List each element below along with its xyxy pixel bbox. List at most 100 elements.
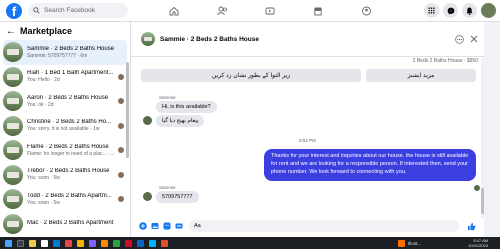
chat-panel: Sammie · 2 Beds 2 Baths House 2 Beds 2 B… (131, 22, 484, 237)
conversation-title: Sammie · 2 Beds 2 Baths House (27, 45, 115, 52)
image-icon[interactable] (151, 222, 159, 230)
app-icon[interactable] (77, 239, 84, 247)
listing-actions: زیر التوا کے بطور نشان زد کریں مزید ایشن… (141, 69, 484, 82)
search-placeholder: Search Facebook (44, 7, 95, 14)
conversation-item[interactable]: Riah · 1 Bed 1 Bath Apartment... You: He… (0, 65, 130, 90)
outgoing-message[interactable]: Thanks for your interest and inquiries a… (264, 149, 476, 181)
conversation-title: Trebor · 2 Beds 2 Baths House (27, 168, 110, 175)
conversation-title: Aaron · 2 Beds 2 Baths House (27, 94, 109, 101)
conversation-item[interactable]: Todd · 2 Beds 2 Baths Apartm... You: soo… (0, 187, 130, 212)
bell-icon[interactable] (462, 3, 477, 18)
conversation-item[interactable]: Sammie · 2 Beds 2 Baths House Sammie: 57… (3, 40, 127, 65)
sender-avatar[interactable] (143, 192, 152, 201)
listing-summary[interactable]: 2 Beds 2 Baths House · $950 (131, 58, 484, 64)
messenger-icon[interactable] (443, 3, 458, 18)
conversation-preview: Sammie: 5709757777 · 6m (27, 52, 88, 59)
message-input[interactable]: Aa (189, 220, 459, 232)
mark-pending-button[interactable]: زیر التوا کے بطور نشان زد کریں (141, 69, 361, 82)
incoming-message[interactable]: 5709757777 (156, 191, 199, 203)
seen-avatar (118, 171, 124, 178)
conversation-item[interactable]: Christine · 2 Beds 2 Baths Ho... You: so… (0, 114, 130, 139)
listing-thumbnail[interactable] (141, 32, 155, 46)
friends-icon[interactable] (198, 0, 246, 22)
conversation-title: Flame · 2 Beds 2 Baths House (27, 143, 109, 150)
chat-title[interactable]: Sammie · 2 Beds 2 Baths House (160, 36, 259, 43)
marketplace-icon[interactable] (294, 0, 342, 22)
search-input[interactable]: Search Facebook (28, 3, 128, 18)
listing-thumbnail (3, 140, 23, 161)
seen-avatar (474, 185, 480, 191)
home-icon[interactable] (150, 0, 198, 22)
account-controls (424, 3, 496, 18)
conversation-item[interactable]: Aaron · 2 Beds 2 Baths House You: ok · 2… (0, 89, 130, 114)
app-icon[interactable] (113, 239, 120, 247)
listing-thumbnail (3, 42, 23, 63)
seen-avatar (118, 147, 124, 154)
conversation-title: Riah · 1 Bed 1 Bath Apartment... (27, 70, 114, 77)
incoming-message[interactable]: پیغام بھیج دیا گیا (156, 115, 205, 127)
conversation-title: Christine · 2 Beds 2 Baths Ho... (27, 119, 112, 126)
listing-thumbnail (3, 164, 23, 185)
conversation-item[interactable]: Mac · 2 Beds 2 Baths Apartment (0, 212, 130, 237)
watch-icon[interactable] (246, 0, 294, 22)
menu-grid-icon[interactable] (424, 3, 439, 18)
groups-icon[interactable] (342, 0, 390, 22)
arrow-left-icon[interactable]: ← (6, 26, 16, 37)
chat-scrollbar[interactable] (481, 58, 484, 218)
app-icon[interactable] (149, 239, 156, 247)
main-nav (150, 0, 390, 22)
seen-avatar (118, 122, 124, 129)
plus-circle-icon[interactable] (139, 222, 147, 230)
file-explorer-icon[interactable] (29, 239, 36, 247)
app-icon[interactable] (161, 239, 168, 247)
conversation-item[interactable]: Trebor · 2 Beds 2 Baths House You: soon … (0, 163, 130, 188)
listing-thumbnail (3, 213, 23, 234)
conversation-preview: You: soon · 5w (27, 175, 60, 182)
listing-thumbnail (3, 189, 23, 210)
app-icon[interactable] (125, 239, 132, 247)
timestamp-separator: 8:52 PM (299, 138, 316, 143)
chrome-icon[interactable] (65, 239, 72, 247)
conversation-title: Mac · 2 Beds 2 Baths Apartment (27, 220, 114, 227)
marketplace-inbox-sidebar: ← Marketplace Sammie · 2 Beds 2 Baths Ho… (0, 22, 131, 237)
search-icon (33, 7, 40, 14)
facebook-logo[interactable]: f (6, 2, 22, 19)
edge-icon[interactable] (53, 239, 60, 247)
more-actions-button[interactable]: مزید ایشنز (366, 69, 476, 82)
sidebar-title: Marketplace (20, 26, 73, 36)
account-avatar[interactable] (481, 3, 496, 18)
conversation-preview: Flame: ho longer in need of a plac... · … (27, 150, 115, 157)
close-icon[interactable] (470, 35, 478, 43)
search-icon[interactable] (17, 239, 24, 247)
app-icon[interactable] (137, 239, 144, 247)
sticker-icon[interactable] (163, 222, 171, 230)
sender-name: Sammie (159, 185, 176, 190)
conversation-title: Todd · 2 Beds 2 Baths Apartm... (27, 192, 112, 199)
sender-avatar[interactable] (143, 116, 152, 125)
conversation-item[interactable]: Flame · 2 Beds 2 Baths House Flame: ho l… (0, 138, 130, 163)
conversation-preview: You: soon · 5w (27, 199, 60, 206)
message-composer: Aa (131, 216, 484, 236)
sidebar-scrollbar[interactable] (126, 62, 129, 158)
system-clock[interactable]: 5:47 AM 10/11/2023 (468, 238, 488, 248)
conversation-preview: You: Hello · 2d (27, 77, 60, 84)
listing-thumbnail (3, 91, 23, 112)
more-options-icon[interactable] (455, 35, 464, 44)
chat-header: Sammie · 2 Beds 2 Baths House (131, 22, 484, 57)
gif-icon[interactable] (175, 222, 183, 230)
incoming-message[interactable]: Hi, is this available? (156, 101, 217, 113)
taskbar-window-label[interactable]: Illust... (408, 241, 421, 246)
clock-date: 10/11/2023 (468, 243, 488, 248)
conversation-preview: You: ok · 2d (27, 101, 54, 108)
windows-start-icon[interactable] (5, 239, 12, 247)
files-icon[interactable] (41, 239, 48, 247)
seen-avatar (118, 98, 124, 105)
app-icon[interactable] (101, 239, 108, 247)
thumbs-up-icon[interactable] (467, 222, 476, 231)
app-icon[interactable] (89, 239, 96, 247)
sender-name: Sammie (159, 95, 176, 100)
illustrator-icon[interactable] (398, 239, 405, 247)
sidebar-header: ← Marketplace (0, 22, 130, 40)
seen-avatar (118, 196, 124, 203)
os-taskbar: Illust... 5:47 AM 10/11/2023 (0, 237, 500, 249)
